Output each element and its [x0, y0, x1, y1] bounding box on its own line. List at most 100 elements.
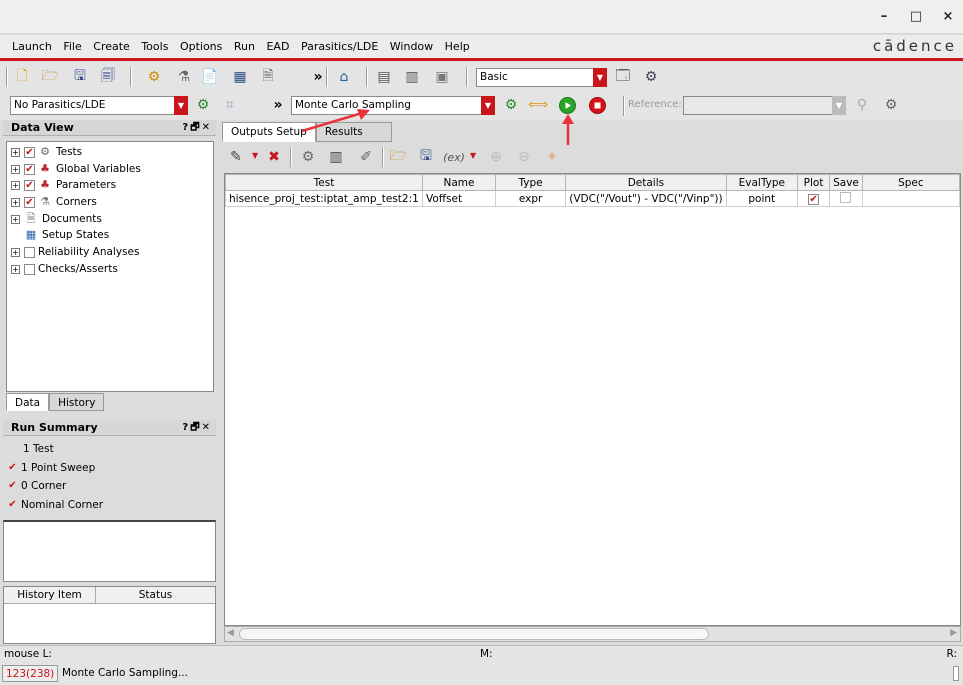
- overflow-chevron-icon[interactable]: »: [268, 95, 288, 115]
- mode-combo[interactable]: Basic ▼: [476, 68, 607, 87]
- table-row[interactable]: hisence_proj_test:iptat_amp_test2:1 Voff…: [225, 190, 961, 207]
- expand-icon[interactable]: +: [11, 164, 20, 174]
- scroll-right-icon[interactable]: ▶: [950, 628, 957, 638]
- checkbox-checked-icon[interactable]: ✔: [24, 146, 35, 158]
- chevron-down-icon[interactable]: ▼: [174, 96, 188, 115]
- cell-details[interactable]: (VDC("/Vout") - VDC("/Vinp")): [565, 190, 727, 207]
- wand-icon[interactable]: ✦: [542, 147, 562, 167]
- menu-window[interactable]: Window: [386, 35, 437, 59]
- new-file-icon[interactable]: 🗋: [12, 67, 32, 87]
- delete-icon[interactable]: ✖: [264, 147, 284, 167]
- tree-item-parameters[interactable]: + ✔ ♣ Parameters: [11, 177, 213, 194]
- tab-data[interactable]: Data: [6, 393, 50, 411]
- run-simulation-button[interactable]: [559, 97, 576, 114]
- parasitics-setup-icon[interactable]: ⚙: [193, 95, 213, 115]
- checkbox-checked-icon[interactable]: ✔: [24, 196, 35, 208]
- cell-evaltype[interactable]: point: [725, 190, 798, 207]
- add-output-icon[interactable]: ✎: [226, 147, 246, 167]
- menu-launch[interactable]: Launch: [8, 35, 56, 59]
- plot-checkbox-checked-icon[interactable]: ✔: [808, 193, 820, 205]
- menu-tools[interactable]: Tools: [137, 35, 172, 59]
- tree-item-corners[interactable]: + ✔ ⚗ Corners: [11, 194, 213, 211]
- expand-icon[interactable]: +: [11, 214, 20, 224]
- chevron-down-icon[interactable]: ▼: [481, 96, 495, 115]
- tab-history[interactable]: History: [49, 393, 105, 411]
- menu-ead[interactable]: EAD: [262, 35, 293, 59]
- scroll-left-icon[interactable]: ◀: [227, 628, 234, 638]
- tab-outputs-setup[interactable]: Outputs Setup: [222, 122, 316, 142]
- window-view-icon[interactable]: ▣: [432, 67, 452, 87]
- resize-grip[interactable]: [953, 666, 959, 681]
- panel-header-buttons[interactable]: ?🗗✕: [182, 120, 212, 136]
- form-edit-icon[interactable]: 🗔: [613, 67, 633, 87]
- column-header-plot[interactable]: Plot: [796, 174, 831, 191]
- checkbox-unchecked-icon[interactable]: [24, 246, 35, 258]
- save-checkbox-unchecked-icon[interactable]: [840, 191, 852, 203]
- column-header-history-item[interactable]: History Item: [4, 587, 96, 603]
- split-view-icon[interactable]: ▥: [402, 67, 422, 87]
- parasitics-combo[interactable]: No Parasitics/LDE ▼: [10, 96, 188, 115]
- column-header-save[interactable]: Save: [829, 174, 863, 191]
- cell-test[interactable]: hisence_proj_test:iptat_amp_test2:1: [225, 190, 423, 207]
- open-folder-icon[interactable]: 🗁: [40, 67, 60, 87]
- checkbox-checked-icon[interactable]: ✔: [24, 180, 35, 192]
- checkbox-checked-icon[interactable]: ✔: [24, 163, 35, 175]
- tree-item-reliability[interactable]: + Reliability Analyses: [11, 244, 213, 261]
- document-icon[interactable]: 📄: [200, 67, 220, 87]
- edit-note-icon[interactable]: ✐: [356, 147, 376, 167]
- tree-item-checks-asserts[interactable]: + Checks/Asserts: [11, 261, 213, 278]
- minimize-button[interactable]: –: [874, 8, 894, 26]
- column-header-evaltype[interactable]: EvalType: [725, 174, 798, 191]
- expand-icon[interactable]: +: [11, 197, 20, 207]
- reference-compare-icon[interactable]: ⚲: [852, 95, 872, 115]
- menu-create[interactable]: Create: [89, 35, 134, 59]
- menu-options[interactable]: Options: [176, 35, 226, 59]
- menu-file[interactable]: File: [59, 35, 85, 59]
- simulator-swap-icon[interactable]: ⟺: [528, 95, 548, 115]
- column-header-status[interactable]: Status: [96, 587, 215, 603]
- column-header-test[interactable]: Test: [225, 174, 423, 191]
- save-as-icon[interactable]: 🗐: [98, 67, 118, 87]
- open-folder-icon[interactable]: 🗁: [388, 147, 408, 167]
- tab-results[interactable]: Results: [315, 122, 392, 142]
- chevron-down-icon[interactable]: ▼: [470, 151, 476, 160]
- cell-spec[interactable]: [861, 190, 961, 207]
- chevron-down-icon[interactable]: ▼: [252, 151, 258, 160]
- list-view-icon[interactable]: ▤: [374, 67, 394, 87]
- save-icon[interactable]: 🖫: [416, 147, 436, 167]
- gear-icon[interactable]: ⚙: [881, 95, 901, 115]
- home-icon[interactable]: ⌂: [334, 67, 354, 87]
- gear-settings-icon[interactable]: ⚙: [144, 67, 164, 87]
- chevron-down-icon[interactable]: ▼: [593, 68, 607, 87]
- column-header-name[interactable]: Name: [421, 174, 496, 191]
- expand-icon[interactable]: +: [11, 264, 20, 274]
- run-mode-combo[interactable]: Monte Carlo Sampling ▼: [291, 96, 495, 115]
- expression-icon[interactable]: (ex): [443, 147, 465, 167]
- report-icon[interactable]: 🗎: [258, 67, 278, 87]
- column-header-spec[interactable]: Spec: [861, 174, 961, 191]
- overflow-chevron-icon[interactable]: »: [308, 67, 328, 87]
- window-settings-icon[interactable]: ⚙: [641, 67, 661, 87]
- run-options-icon[interactable]: ⚙: [501, 95, 521, 115]
- save-icon[interactable]: 🖫: [70, 67, 90, 87]
- move-up-icon[interactable]: ⊕: [486, 147, 506, 167]
- checkbox-unchecked-icon[interactable]: [24, 263, 35, 275]
- scrollbar-thumb[interactable]: [239, 628, 709, 640]
- settings-gear-icon[interactable]: ⚙: [298, 147, 318, 167]
- expand-icon[interactable]: +: [11, 181, 20, 191]
- maximize-button[interactable]: □: [906, 8, 926, 26]
- cell-type[interactable]: expr: [494, 190, 567, 207]
- menu-run[interactable]: Run: [230, 35, 259, 59]
- panel-header-buttons[interactable]: ?🗗✕: [182, 420, 212, 436]
- menu-help[interactable]: Help: [441, 35, 474, 59]
- tree-item-setup-states[interactable]: ▦ Setup States: [11, 227, 213, 244]
- grid-table-icon[interactable]: ▦: [230, 67, 250, 87]
- reference-combo[interactable]: ▼: [683, 96, 846, 115]
- cell-save[interactable]: [829, 190, 863, 207]
- close-button[interactable]: ×: [938, 8, 958, 26]
- tree-item-tests[interactable]: + ✔ ⚙ Tests: [11, 144, 213, 161]
- cell-plot[interactable]: ✔: [796, 190, 831, 207]
- extract-icon[interactable]: ⌗: [220, 95, 240, 115]
- table-columns-icon[interactable]: ▥: [326, 147, 346, 167]
- expand-icon[interactable]: +: [11, 147, 20, 157]
